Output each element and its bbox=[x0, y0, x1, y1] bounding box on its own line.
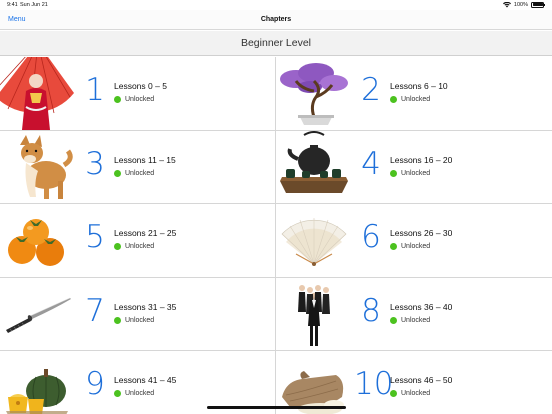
status-bar: 9:41 Sun Jun 21 100% bbox=[0, 0, 552, 10]
section-header: Beginner Level bbox=[0, 31, 552, 56]
chapter-number: 5 bbox=[85, 219, 105, 255]
unlocked-dot-icon bbox=[114, 169, 121, 177]
status-label: Unlocked bbox=[125, 390, 155, 397]
chapter-cell-2[interactable]: 2 Lessons 6 – 10 Unlocked bbox=[276, 57, 552, 131]
status-label: Unlocked bbox=[125, 169, 155, 177]
chapter-status: Unlocked bbox=[114, 169, 155, 177]
chapter-number: 8 bbox=[361, 292, 381, 329]
status-label: Unlocked bbox=[401, 243, 431, 250]
battery-percent: 100% bbox=[513, 1, 528, 8]
unlocked-dot-icon bbox=[390, 243, 397, 250]
rice-sack-image bbox=[282, 371, 344, 414]
chapter-cell-1[interactable]: 1 Lessons 0 – 5 Unlocked bbox=[0, 57, 276, 131]
section-title: Beginner Level bbox=[240, 37, 312, 49]
chapter-grid: 1 Lessons 0 – 5 Unlocked 2 Lessons 6 – 1… bbox=[0, 57, 552, 414]
chapter-number: 4 bbox=[361, 145, 381, 182]
chapter-cell-6[interactable]: 6 Lessons 26 – 30 Unlocked bbox=[276, 204, 552, 278]
unlocked-dot-icon bbox=[390, 169, 397, 177]
chapter-number: 9 bbox=[85, 366, 105, 402]
status-label: Unlocked bbox=[125, 243, 155, 250]
unlocked-dot-icon bbox=[114, 96, 121, 103]
home-indicator[interactable] bbox=[207, 406, 346, 409]
chapter-lessons: Lessons 21 – 25 bbox=[114, 228, 177, 238]
chapter-status: Unlocked bbox=[390, 243, 430, 250]
chapter-cell-4[interactable]: 4 Lessons 16 – 20 Unlocked bbox=[276, 130, 552, 204]
chapter-lessons: Lessons 31 – 35 bbox=[114, 301, 177, 312]
persimmons-image bbox=[8, 219, 64, 266]
unlocked-dot-icon bbox=[390, 390, 397, 397]
geisha-umbrella-image bbox=[0, 57, 74, 130]
status-label: Unlocked bbox=[125, 316, 155, 324]
chapter-status: Unlocked bbox=[390, 96, 430, 103]
status-right: 100% bbox=[502, 1, 545, 8]
chapter-cell-7[interactable]: 7 Lessons 31 – 35 Unlocked bbox=[0, 277, 276, 351]
chapter-cell-5[interactable]: 5 Lessons 21 – 25 Unlocked bbox=[0, 204, 276, 278]
status-time: 9:41 bbox=[7, 2, 18, 8]
status-label: Unlocked bbox=[401, 169, 431, 177]
chapter-cell-8[interactable]: 8 Lessons 36 – 40 Unlocked bbox=[276, 278, 552, 351]
status-label: Unlocked bbox=[401, 96, 431, 103]
nav-bar: Menu Chapters bbox=[0, 10, 552, 30]
chapter-number: 6 bbox=[361, 219, 381, 255]
unlocked-dot-icon bbox=[390, 96, 397, 103]
chapter-status: Unlocked bbox=[390, 390, 430, 397]
battery-icon bbox=[531, 1, 545, 8]
status-label: Unlocked bbox=[401, 390, 431, 397]
chapter-cell-10[interactable]: 10 Lessons 46 – 50 Unlocked bbox=[276, 351, 552, 414]
unlocked-dot-icon bbox=[114, 390, 121, 397]
unlocked-dot-icon bbox=[114, 316, 121, 324]
chapter-lessons: Lessons 26 – 30 bbox=[390, 228, 453, 238]
chapter-status: Unlocked bbox=[114, 243, 154, 250]
chapter-lessons: Lessons 0 – 5 bbox=[114, 81, 167, 91]
status-label: Unlocked bbox=[125, 96, 155, 103]
unlocked-dot-icon bbox=[390, 316, 397, 324]
chapter-number: 7 bbox=[85, 292, 105, 329]
chapter-cell-9[interactable]: 9 Lessons 41 – 45 Unlocked bbox=[0, 351, 276, 414]
chapter-lessons: Lessons 6 – 10 bbox=[390, 81, 448, 91]
chapter-cell-3[interactable]: 3 Lessons 11 – 15 Unlocked bbox=[0, 130, 276, 204]
wifi-icon bbox=[502, 1, 511, 7]
chapter-lessons: Lessons 16 – 20 bbox=[390, 154, 453, 165]
chapter-number: 10 bbox=[354, 366, 394, 402]
status-date: Sun Jun 21 bbox=[20, 2, 48, 8]
chapter-lessons: Lessons 46 – 50 bbox=[390, 375, 453, 385]
chapter-lessons: Lessons 41 – 45 bbox=[114, 375, 177, 385]
battery-fill bbox=[532, 3, 543, 6]
chapter-lessons: Lessons 11 – 15 bbox=[114, 154, 176, 165]
katana-image bbox=[6, 297, 71, 333]
unlocked-dot-icon bbox=[114, 243, 121, 250]
chapter-status: Unlocked bbox=[390, 316, 431, 324]
shiba-dog-image bbox=[20, 134, 73, 199]
chapter-status: Unlocked bbox=[114, 316, 155, 324]
teapot-set-image bbox=[280, 130, 348, 193]
chapter-status: Unlocked bbox=[114, 96, 154, 103]
bonsai-tree-image bbox=[280, 63, 348, 125]
chapter-lessons: Lessons 36 – 40 bbox=[390, 301, 453, 312]
status-label: Unlocked bbox=[401, 316, 431, 324]
pumpkin-image bbox=[6, 369, 68, 414]
business-people-image bbox=[298, 284, 330, 346]
chapter-number: 3 bbox=[85, 145, 105, 182]
page-title: Chapters bbox=[260, 16, 292, 23]
chapter-number: 2 bbox=[361, 72, 381, 108]
chapter-status: Unlocked bbox=[390, 169, 431, 177]
chapter-number: 1 bbox=[85, 72, 105, 108]
paper-fan-image bbox=[281, 218, 347, 266]
chapter-status: Unlocked bbox=[114, 390, 154, 397]
